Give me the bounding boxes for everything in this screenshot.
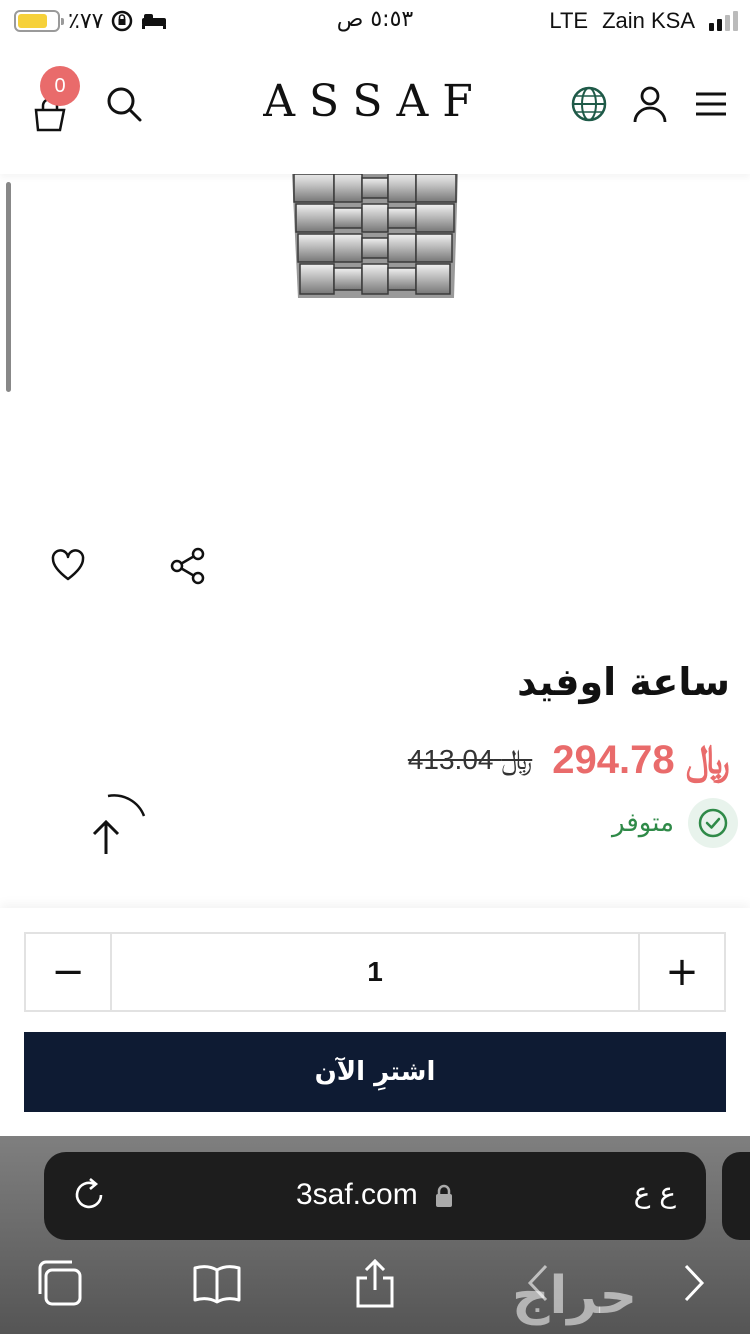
forward-button[interactable] — [670, 1258, 720, 1308]
bookmarks-icon — [193, 1265, 241, 1304]
current-price: ﷼ 294.78 — [552, 738, 730, 783]
forward-icon — [684, 1264, 705, 1302]
price-value: 294.78 — [552, 738, 675, 782]
status-right: LTE Zain KSA — [549, 8, 738, 34]
next-tab-preview[interactable] — [722, 1152, 750, 1240]
old-price-currency: ﷼ — [501, 744, 533, 775]
menu-icon — [696, 92, 726, 116]
network-type: LTE — [549, 8, 589, 33]
price-currency: ﷼ — [685, 738, 730, 782]
url-text: 3saf.com — [295, 1178, 418, 1211]
share-sheet-icon — [356, 1258, 394, 1308]
back-to-top-icon — [92, 794, 146, 854]
product-title: ساعة اوفيد — [517, 660, 730, 704]
old-price: ﷼ 413.04 — [408, 744, 532, 777]
product-image[interactable] — [290, 173, 460, 298]
watch-bracelet-image — [292, 173, 458, 298]
back-icon — [527, 1264, 548, 1302]
buy-now-button[interactable]: اشترِ الآن — [24, 1032, 726, 1112]
stock-status: متوفر — [612, 798, 738, 848]
quantity-stepper: − 1 + — [24, 932, 726, 1012]
language-button[interactable] — [569, 84, 609, 124]
wishlist-button[interactable] — [50, 548, 86, 584]
purchase-panel: − 1 + اشترِ الآن — [0, 908, 750, 1138]
site-header: 0 ASSAF — [0, 44, 750, 174]
quantity-value[interactable]: 1 — [112, 934, 638, 1010]
price-row: ﷼ 413.04 ﷼ 294.78 — [408, 738, 730, 783]
carrier-name: Zain KSA — [602, 8, 695, 33]
url-display[interactable]: 3saf.com — [44, 1178, 706, 1212]
bookmarks-button[interactable] — [192, 1258, 242, 1308]
old-price-value: 413.04 — [407, 744, 494, 775]
back-button[interactable] — [516, 1258, 566, 1308]
share-sheet-button[interactable] — [350, 1258, 400, 1308]
share-icon — [170, 547, 205, 585]
user-icon — [633, 86, 667, 123]
decrease-quantity-button[interactable]: − — [26, 934, 112, 1010]
globe-icon — [571, 86, 607, 122]
account-button[interactable] — [630, 84, 670, 124]
stock-status-text: متوفر — [612, 808, 674, 838]
tabs-icon — [38, 1260, 82, 1306]
text-size-button[interactable]: ع ع — [634, 1176, 676, 1209]
signal-icon — [709, 11, 738, 31]
back-to-top-button[interactable] — [82, 790, 148, 860]
menu-button[interactable] — [694, 84, 734, 124]
lock-icon — [436, 1184, 453, 1208]
check-circle-icon — [688, 798, 738, 848]
status-bar: ٪٧٧ ٥:٥٣ ص LTE Zain KSA — [0, 0, 750, 44]
increase-quantity-button[interactable]: + — [638, 934, 724, 1010]
heart-icon — [51, 549, 85, 581]
address-bar[interactable]: 3saf.com ع ع — [44, 1152, 706, 1240]
share-product-button[interactable] — [168, 546, 208, 586]
page-scrollbar[interactable] — [6, 182, 11, 392]
tabs-button[interactable] — [36, 1258, 86, 1308]
